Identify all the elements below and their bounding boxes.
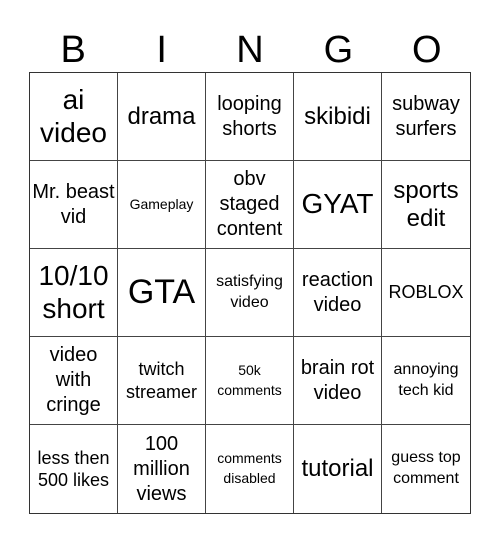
cell-text: obv staged content <box>216 168 283 240</box>
bingo-cell[interactable]: GTA <box>118 249 206 337</box>
bingo-cell[interactable]: video with cringe <box>30 337 118 425</box>
cell-text: 50k comments <box>217 361 282 398</box>
cell-text: drama <box>127 102 196 130</box>
header-letter-g: G <box>323 29 354 71</box>
cell-text: reaction video <box>301 268 374 316</box>
bingo-cell[interactable]: subway surfers <box>382 73 470 161</box>
bingo-cell[interactable]: satisfying video <box>206 249 294 337</box>
bingo-cell[interactable]: comments disabled <box>206 425 294 513</box>
cell-text: 10/10 short <box>38 260 109 324</box>
bingo-cell[interactable]: ai video <box>30 73 118 161</box>
cell-text: ROBLOX <box>388 282 464 303</box>
cell-text: subway surfers <box>392 92 460 140</box>
bingo-cell[interactable]: guess top comment <box>382 425 470 513</box>
bingo-cell[interactable]: 10/10 short <box>30 249 118 337</box>
bingo-cell[interactable]: reaction video <box>294 249 382 337</box>
cell-text: satisfying video <box>216 272 283 311</box>
cell-text: annoying tech kid <box>393 360 459 399</box>
header-letter-n: N <box>236 29 264 71</box>
bingo-cell[interactable]: twitch streamer <box>118 337 206 425</box>
cell-text: GTA <box>127 272 196 311</box>
cell-text: sports edit <box>393 176 459 232</box>
cell-text: video with cringe <box>46 344 101 416</box>
bingo-cell[interactable]: tutorial <box>294 425 382 513</box>
cell-text: skibidi <box>304 102 371 130</box>
bingo-cell[interactable]: obv staged content <box>206 161 294 249</box>
cell-text: guess top comment <box>391 449 461 487</box>
bingo-cell[interactable]: Gameplay <box>118 161 206 249</box>
bingo-cell[interactable]: annoying tech kid <box>382 337 470 425</box>
bingo-cell[interactable]: looping shorts <box>206 73 294 161</box>
bingo-cell[interactable]: 50k comments <box>206 337 294 425</box>
header-letter-i: I <box>156 29 167 71</box>
bingo-cell[interactable]: less then 500 likes <box>30 425 118 513</box>
cell-text: less then 500 likes <box>37 447 110 491</box>
cell-text: Mr. beast vid <box>32 180 115 228</box>
bingo-cell[interactable]: brain rot video <box>294 337 382 425</box>
bingo-cell[interactable]: drama <box>118 73 206 161</box>
header-letter-o: O <box>412 29 442 71</box>
cell-text: brain rot video <box>300 356 375 404</box>
bingo-cell[interactable]: skibidi <box>294 73 382 161</box>
cell-text: 100 million views <box>133 432 190 505</box>
cell-text: twitch streamer <box>125 359 197 402</box>
cell-text: comments disabled <box>217 450 282 486</box>
bingo-cell[interactable]: sports edit <box>382 161 470 249</box>
cell-text: Gameplay <box>129 195 194 212</box>
bingo-cell[interactable]: GYAT <box>294 161 382 249</box>
bingo-header: B I N G O <box>29 28 471 72</box>
header-letter-b: B <box>60 29 86 71</box>
bingo-cell[interactable]: ROBLOX <box>382 249 470 337</box>
cell-text: GYAT <box>301 188 374 220</box>
bingo-board: ai video drama looping shorts skibidi su… <box>29 72 471 514</box>
cell-text: looping shorts <box>217 92 282 140</box>
bingo-cell[interactable]: 100 million views <box>118 425 206 513</box>
cell-text: ai video <box>40 84 107 148</box>
bingo-cell[interactable]: Mr. beast vid <box>30 161 118 249</box>
cell-text: tutorial <box>301 455 374 483</box>
